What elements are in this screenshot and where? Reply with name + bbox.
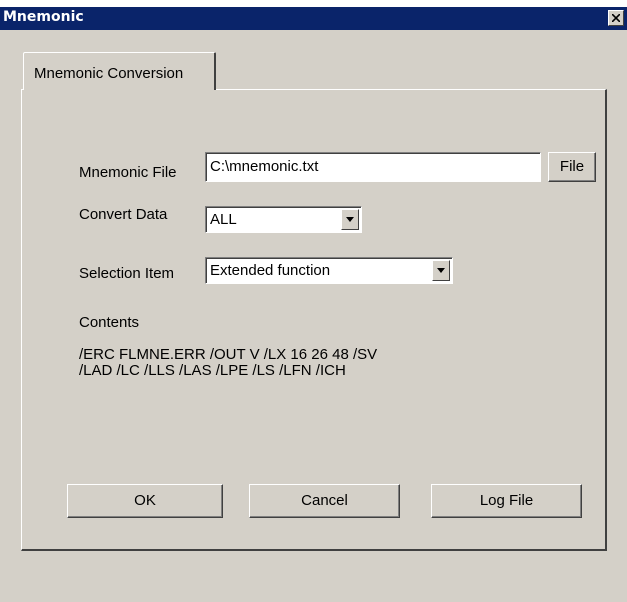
tab-label: Mnemonic Conversion [34,65,184,82]
close-button[interactable] [608,10,624,26]
mnemonic-dialog: Mnemonic Mnemonic Conversion Mnemonic Fi… [0,7,627,602]
tab-mnemonic-conversion[interactable]: Mnemonic Conversion [23,52,216,90]
close-icon [612,14,620,22]
title-bar[interactable]: Mnemonic [0,7,627,30]
window-title: Mnemonic [3,9,84,25]
tab-panel [21,89,607,551]
